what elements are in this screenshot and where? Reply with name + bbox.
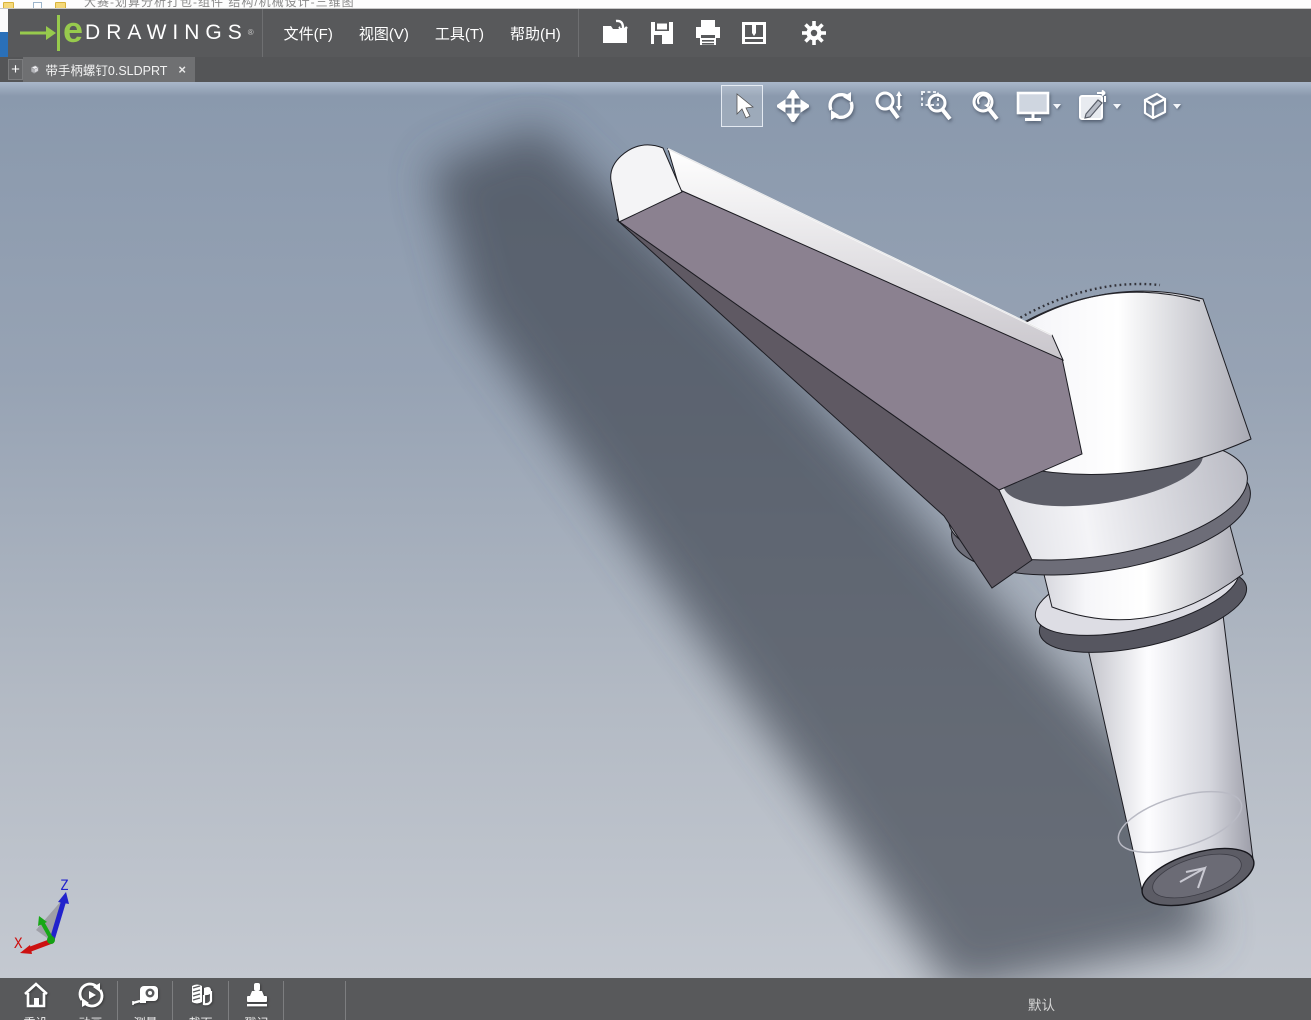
select-arrow-icon [736,93,754,119]
print-button[interactable] [685,11,731,55]
orientation-triad: Z X [14,878,69,954]
zoom-area-icon [921,91,952,121]
configuration-name: 默认 [1028,998,1055,1013]
section-icon [191,984,212,1006]
edrawings-logo: e DRAWINGS ® [8,9,254,57]
document-icon [33,2,42,8]
bottom-toolbar-separator [345,981,346,1020]
menu-list: 文件(F) 视图(V) 工具(T) 帮助(H) [271,15,574,52]
left-edge-selection-strip [0,32,8,58]
measure-icon [131,986,158,1005]
zoom-fit-icon [972,91,999,121]
views-dropdown-caret[interactable] [1173,103,1181,109]
save-button[interactable] [639,11,685,55]
open-file-button[interactable] [593,11,639,55]
zoom-icon [875,91,902,120]
stamp-button[interactable]: 戳记 [229,978,284,1020]
rotate-icon [828,92,854,120]
measure-button[interactable]: 测量 [118,978,173,1020]
background-window-sliver: 大赛-划算分析打包-组件 结构/机械设计-三维图 [0,0,1311,9]
home-reset-icon [23,982,48,1008]
reset-label: 重设 [8,1014,63,1020]
3d-viewport[interactable]: Z X [0,82,1311,978]
background-window-title: 大赛-划算分析打包-组件 结构/机械设计-三维图 [84,0,355,9]
options-gear-icon [801,21,826,45]
markup-button[interactable] [1069,84,1117,128]
rotate-tool-button[interactable] [817,84,865,128]
logo-e: e [63,9,84,50]
publish-button[interactable] [731,11,777,55]
logo-registered-mark: ® [247,28,254,37]
folder-icon [55,2,66,8]
open-file-icon [602,19,628,43]
measure-label: 测量 [118,1014,173,1020]
animate-icon [78,982,103,1008]
menu-help[interactable]: 帮助(H) [497,15,574,52]
menu-tools[interactable]: 工具(T) [422,15,497,52]
publish-icon [741,22,766,44]
print-icon [695,20,720,45]
3d-model-clamping-lever[interactable] [0,82,1311,978]
markup-dropdown-caret[interactable] [1113,103,1121,109]
bottom-toolbar: 重设 动画 测量 [0,978,1311,1020]
tab-filename: 带手柄螺钉0.SLDPRT [45,64,168,78]
triad-x-label: X [14,936,23,952]
view-orientation-button[interactable] [1129,84,1177,128]
folder-icon [3,2,14,8]
menu-file[interactable]: 文件(F) [271,15,346,52]
document-tab[interactable]: 带手柄螺钉0.SLDPRT × [23,57,195,82]
select-tool-button[interactable] [721,85,763,127]
zoom-fit-tool-button[interactable] [961,84,1009,128]
menubar: e DRAWINGS ® 文件(F) 视图(V) 工具(T) 帮助(H) [8,9,1311,57]
animate-button[interactable]: 动画 [63,978,118,1020]
fullscreen-button[interactable] [1009,84,1057,128]
add-tab-button[interactable]: + [8,59,23,80]
edrawings-arrow-icon [20,15,60,51]
left-edge-strip [0,9,8,32]
stamp-label: 戳记 [229,1014,284,1020]
menubar-separator [261,9,263,57]
markup-icon [1079,90,1106,120]
view-orientation-cube-icon [1143,92,1167,120]
menu-view[interactable]: 视图(V) [346,15,422,52]
pan-tool-button[interactable] [769,84,817,128]
part-file-icon [30,65,39,74]
animate-label: 动画 [63,1014,118,1020]
options-button[interactable] [791,11,837,55]
section-label: 截面 [173,1014,228,1020]
zoom-area-tool-button[interactable] [913,84,961,128]
menubar-separator [577,9,579,57]
tab-close-icon[interactable]: × [175,62,189,77]
reset-button[interactable]: 重设 [8,978,63,1020]
logo-name: DRAWINGS [85,21,248,44]
view-toolbar [721,84,1189,128]
tabbar: + 带手柄螺钉0.SLDPRT × [0,57,1311,82]
triad-z-label: Z [60,878,68,894]
stamp-icon [246,983,267,1007]
fullscreen-monitor-icon [1016,91,1050,121]
zoom-tool-button[interactable] [865,84,913,128]
fullscreen-dropdown-caret[interactable] [1053,103,1061,109]
pan-icon [777,90,809,122]
save-icon [650,22,673,44]
section-button[interactable]: 截面 [173,978,228,1020]
